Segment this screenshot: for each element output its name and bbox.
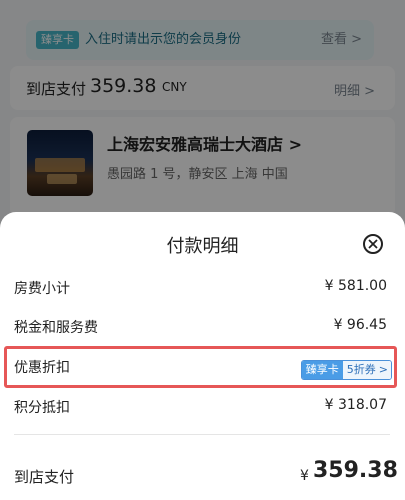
tax-service-row: 税金和服务费 ¥ 96.45	[0, 308, 405, 346]
sheet-title: 付款明细	[166, 236, 239, 257]
close-icon	[368, 239, 378, 249]
payment-detail-sheet: 付款明细 房费小计 ¥ 581.00 税金和服务费 ¥ 96.45 优惠折扣 臻…	[0, 212, 405, 500]
row-value: ¥ 318.07	[324, 397, 387, 413]
total-label: 到店支付	[14, 468, 75, 486]
row-label: 税金和服务费	[14, 320, 98, 336]
row-value: ¥ 96.45	[333, 317, 387, 333]
room-subtotal-row: 房费小计 ¥ 581.00	[0, 269, 405, 307]
total-amount: 359.38	[313, 458, 398, 483]
row-label: 优惠折扣	[14, 360, 70, 376]
divider	[14, 434, 390, 435]
close-button[interactable]	[363, 234, 383, 254]
discount-coupon-tag[interactable]: 臻享卡 5折券 >	[300, 360, 392, 380]
row-label: 积分抵扣	[14, 400, 70, 416]
coupon-label: 5折券	[342, 361, 379, 379]
points-deduction-row: 积分抵扣 ¥ 318.07	[0, 388, 405, 426]
chevron-right-icon: >	[378, 361, 391, 379]
member-card-tag: 臻享卡	[301, 361, 343, 379]
discount-row[interactable]: 优惠折扣 臻享卡 5折券 >	[0, 348, 405, 386]
row-label: 房费小计	[14, 281, 70, 297]
row-value: ¥ 581.00	[324, 278, 387, 294]
total-currency: ¥	[300, 468, 309, 484]
